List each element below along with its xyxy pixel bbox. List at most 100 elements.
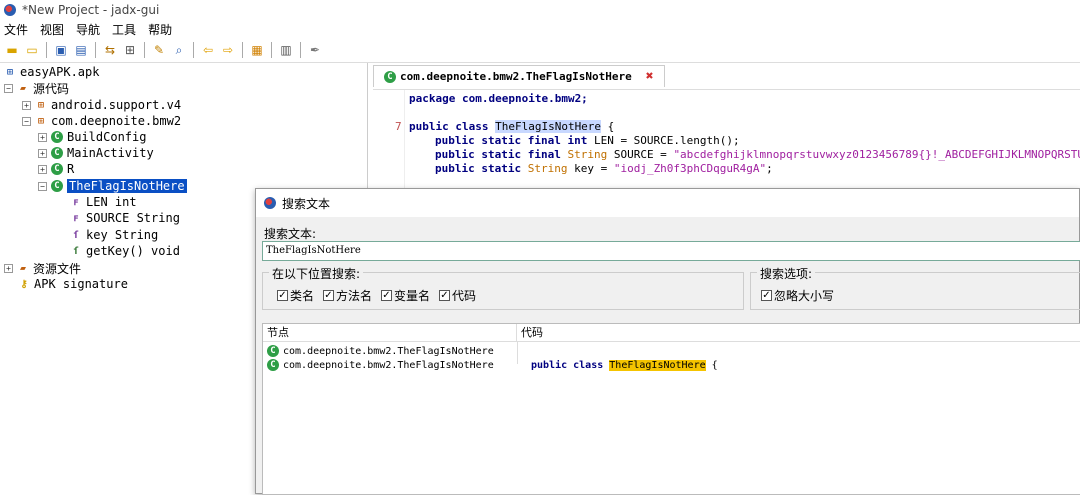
expand-icon[interactable]: +: [4, 263, 13, 273]
code-text: public class: [531, 360, 610, 371]
code-area[interactable]: package com.deepnoite.bmw2; 7 public cla…: [373, 89, 1080, 199]
checkbox-label: 代码: [452, 289, 477, 303]
method-icon: ſ: [72, 245, 80, 257]
toolbar-divider: [193, 42, 194, 58]
code-text: public class: [409, 120, 496, 133]
tree-signature[interactable]: ⚷ APK signature: [18, 276, 128, 292]
tree-method-label: getKey() void: [86, 244, 180, 258]
tree-field[interactable]: ꜰ SOURCE String: [70, 210, 180, 226]
search-icon[interactable]: ✎: [150, 41, 168, 59]
expand-icon[interactable]: +: [38, 164, 47, 174]
find-icon[interactable]: ⌕: [170, 41, 188, 59]
app-logo-icon: [264, 197, 276, 209]
code-string: "abcdefghijklmnopqrstuvwxyz0123456789{}!…: [673, 148, 1080, 161]
forward-icon[interactable]: ⇨: [219, 41, 237, 59]
code-text: SOURCE =: [607, 148, 674, 161]
prefs-icon[interactable]: ✒: [306, 41, 324, 59]
deobf-icon[interactable]: ▦: [248, 41, 266, 59]
code-text: public static final: [435, 148, 568, 161]
ignore-case-checkbox[interactable]: ✓ 忽略大小写: [761, 287, 834, 304]
tree-source-label: 源代码: [33, 81, 70, 96]
result-node: com.deepnoite.bmw2.TheFlagIsNotHere: [283, 345, 494, 357]
tree-package[interactable]: − ⊞ com.deepnoite.bmw2: [22, 113, 181, 129]
line-gutter: [373, 90, 405, 199]
search-input[interactable]: TheFlagIsNotHere: [262, 241, 1080, 261]
tree-field-label: LEN int: [86, 195, 137, 209]
code-text: String: [527, 162, 568, 175]
save-icon[interactable]: ▣: [52, 41, 70, 59]
tree-source[interactable]: − ▰ 源代码: [4, 80, 69, 96]
table-row[interactable]: C com.deepnoite.bmw2.TheFlagIsNotHere: [267, 344, 494, 358]
close-icon[interactable]: ✖: [646, 69, 654, 84]
menu-view[interactable]: 视图: [40, 21, 64, 38]
tree-method[interactable]: ſ getKey() void: [70, 243, 180, 259]
expand-icon[interactable]: +: [22, 100, 31, 110]
column-header-code[interactable]: 代码: [517, 324, 1080, 342]
code-text: LEN = SOURCE.length();: [587, 134, 740, 147]
save-all-icon[interactable]: ▤: [72, 41, 90, 59]
tab-class[interactable]: C com.deepnoite.bmw2.TheFlagIsNotHere ✖: [373, 65, 665, 87]
variable-checkbox[interactable]: ✓ 变量名: [381, 287, 430, 304]
toolbar-divider: [242, 42, 243, 58]
checkbox-icon: ✓: [323, 290, 334, 301]
tree-class[interactable]: + C R: [38, 161, 74, 177]
app-logo-icon: [4, 4, 16, 16]
code-line: public static final int LEN = SOURCE.len…: [435, 134, 740, 148]
tree-class[interactable]: + C BuildConfig: [38, 129, 146, 145]
column-header-node[interactable]: 节点: [263, 324, 517, 342]
method-checkbox[interactable]: ✓ 方法名: [323, 287, 372, 304]
expand-icon[interactable]: +: [38, 148, 47, 158]
folder-icon: ▰: [19, 82, 27, 94]
checkbox-icon: ✓: [277, 290, 288, 301]
tree-field[interactable]: ꜰ LEN int: [70, 194, 137, 210]
back-icon[interactable]: ⇦: [199, 41, 217, 59]
window-title: *New Project - jadx-gui: [22, 3, 160, 17]
tree-class[interactable]: + C MainActivity: [38, 145, 154, 161]
code-text: public static: [435, 162, 528, 175]
collapse-icon[interactable]: −: [22, 116, 31, 126]
class-icon: C: [51, 180, 63, 192]
search-label: 搜索文本:: [264, 227, 317, 241]
flatten-icon[interactable]: ⊞: [121, 41, 139, 59]
menu-file[interactable]: 文件: [4, 21, 28, 38]
add-files-icon[interactable]: ▭: [23, 41, 41, 59]
expand-icon[interactable]: +: [38, 132, 47, 142]
code-checkbox[interactable]: ✓ 代码: [439, 287, 476, 304]
class-checkbox[interactable]: ✓ 类名: [277, 287, 314, 304]
menu-tools[interactable]: 工具: [112, 21, 136, 38]
tree-resources[interactable]: + ▰ 资源文件: [4, 260, 81, 276]
code-text: String: [567, 148, 608, 161]
dialog-title: 搜索文本: [282, 196, 331, 211]
menu-help[interactable]: 帮助: [148, 21, 172, 38]
package-icon: ⊞: [37, 99, 45, 111]
open-icon[interactable]: ▬: [3, 41, 21, 59]
apk-icon: ⊞: [6, 66, 14, 78]
menu-navigate[interactable]: 导航: [76, 21, 100, 38]
class-icon: C: [267, 359, 279, 371]
toolbar-divider: [46, 42, 47, 58]
checkbox-label: 忽略大小写: [774, 289, 835, 303]
toolbar-divider: [144, 42, 145, 58]
tree-class-selected[interactable]: − C TheFlagIsNotHere: [38, 178, 187, 194]
tree-package[interactable]: + ⊞ android.support.v4: [22, 97, 181, 113]
code-text: {: [601, 120, 615, 133]
results-table: 节点 代码 C com.deepnoite.bmw2.TheFlagIsNotH…: [262, 323, 1080, 495]
tree-root[interactable]: ⊞ easyAPK.apk: [4, 64, 100, 80]
result-node: com.deepnoite.bmw2.TheFlagIsNotHere: [283, 359, 494, 371]
field-icon: ꜰ: [73, 196, 79, 208]
code-line: package com.deepnoite.bmw2;: [409, 92, 588, 106]
sync-tree-icon[interactable]: ⇆: [101, 41, 119, 59]
collapse-icon[interactable]: −: [38, 181, 47, 191]
code-text: key =: [567, 162, 614, 175]
code-line: public static final String SOURCE = "abc…: [435, 148, 1080, 162]
tree-field[interactable]: ſ key String: [70, 227, 158, 243]
collapse-icon[interactable]: −: [4, 83, 13, 93]
column-divider: [517, 342, 518, 364]
result-code[interactable]: public class TheFlagIsNotHere {: [531, 360, 718, 371]
table-row[interactable]: C com.deepnoite.bmw2.TheFlagIsNotHere: [267, 358, 494, 372]
tree-field-label: SOURCE String: [86, 211, 180, 225]
log-icon[interactable]: ▥: [277, 41, 295, 59]
search-dialog: 搜索文本 搜索文本: TheFlagIsNotHere 在以下位置搜索: ✓ 类名…: [255, 188, 1080, 495]
toolbar-divider: [300, 42, 301, 58]
group-title: 在以下位置搜索:: [269, 265, 364, 282]
